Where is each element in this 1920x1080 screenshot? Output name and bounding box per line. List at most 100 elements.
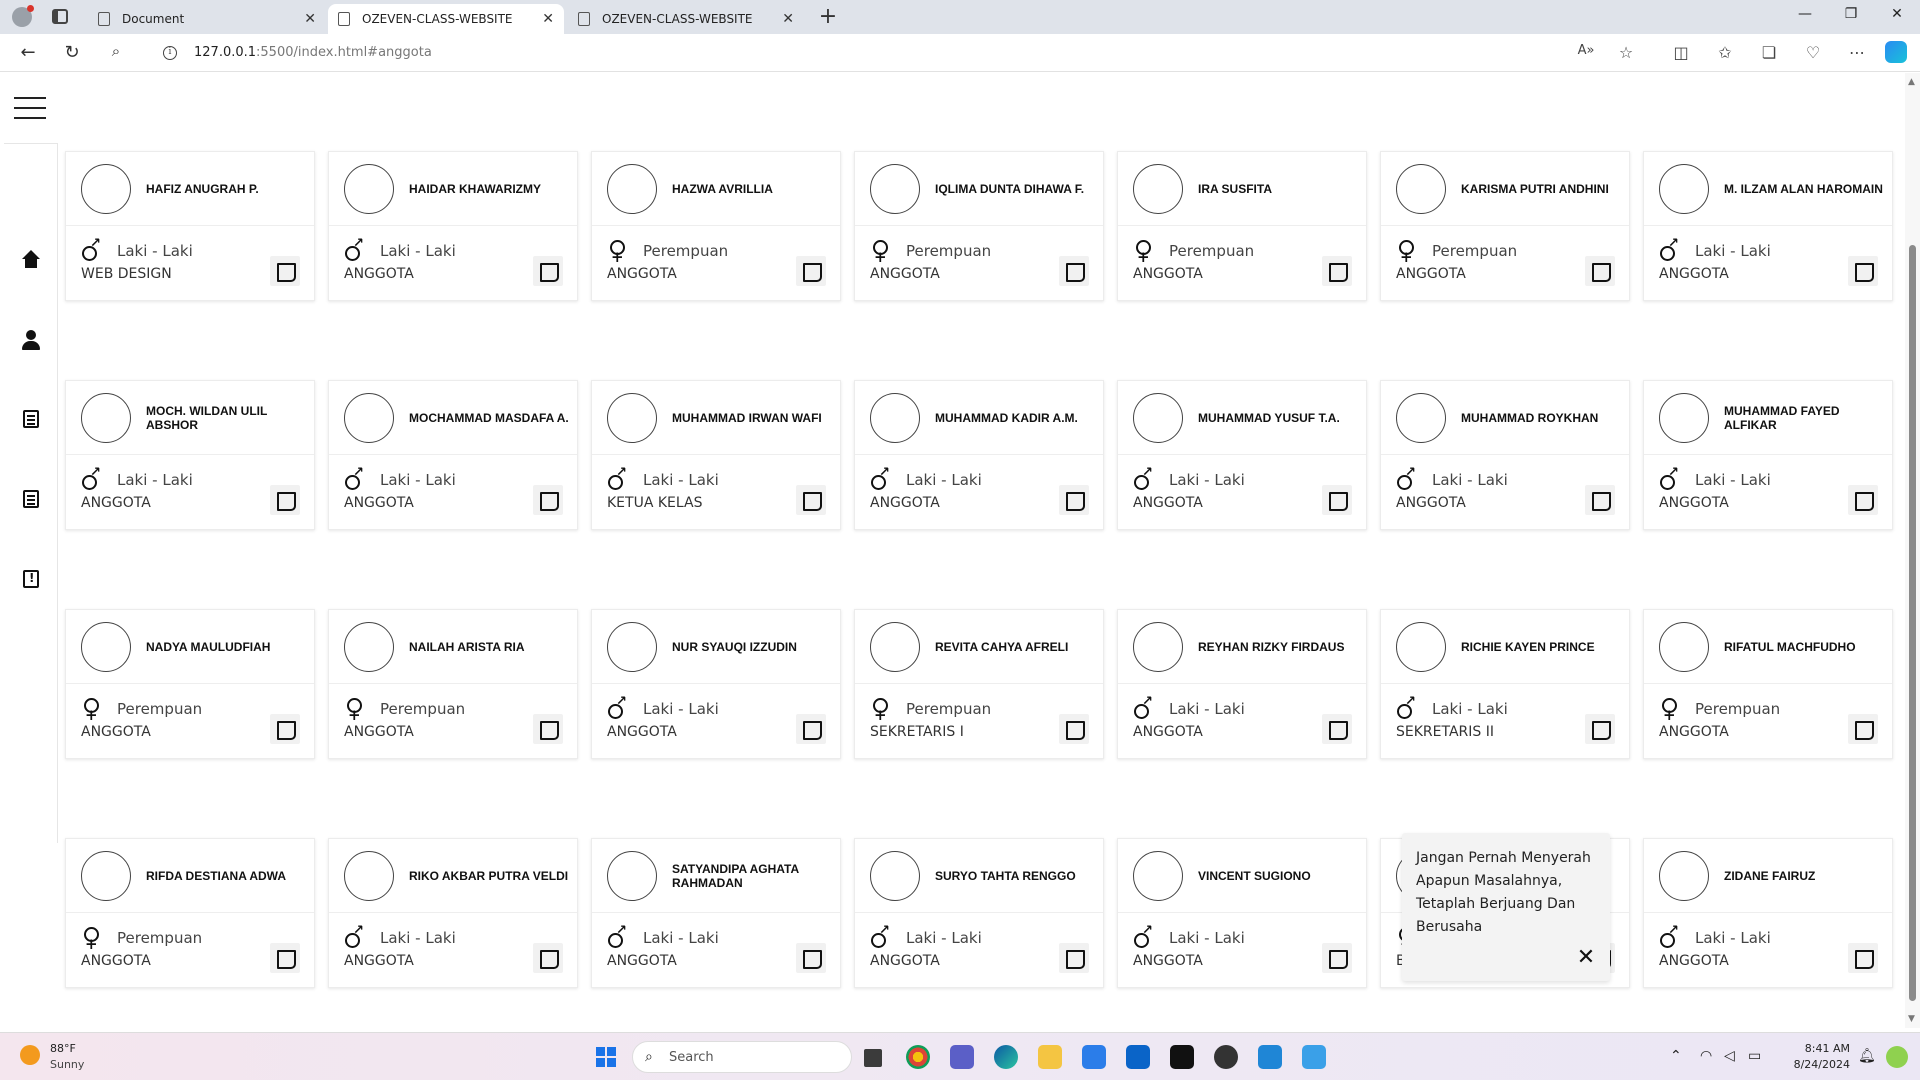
taskbar-search[interactable]: ⌕ Search bbox=[632, 1041, 852, 1073]
member-card: REVITA CAHYA AFRELI Perempuan SEKRETARIS I bbox=[854, 609, 1104, 759]
quote-note-icon[interactable] bbox=[1848, 714, 1878, 744]
document-icon[interactable] bbox=[23, 490, 39, 508]
tab-ozeven-active[interactable]: OZEVEN-CLASS-WEBSITE ✕ bbox=[328, 4, 564, 34]
quote-note-icon[interactable] bbox=[533, 485, 563, 515]
clock[interactable]: 8:41 AM 8/24/2024 bbox=[1770, 1041, 1850, 1073]
browser-essentials-icon[interactable]: ♡ bbox=[1802, 43, 1824, 62]
male-icon bbox=[1133, 923, 1153, 949]
quote-note-icon[interactable] bbox=[1059, 943, 1089, 973]
collections-icon[interactable]: ❏ bbox=[1758, 43, 1780, 62]
scroll-up-icon[interactable]: ▲ bbox=[1908, 77, 1915, 87]
quote-note-icon[interactable] bbox=[1322, 256, 1352, 286]
quote-note-icon[interactable] bbox=[1585, 714, 1615, 744]
quote-note-icon[interactable] bbox=[796, 256, 826, 286]
quote-note-icon[interactable] bbox=[1322, 485, 1352, 515]
quote-note-icon[interactable] bbox=[270, 714, 300, 744]
start-icon[interactable] bbox=[596, 1047, 616, 1067]
quote-note-icon[interactable] bbox=[796, 943, 826, 973]
mail-icon[interactable] bbox=[1126, 1045, 1150, 1069]
quote-note-icon[interactable] bbox=[1059, 714, 1089, 744]
member-card: MUHAMMAD KADIR A.M. Laki - Laki ANGGOTA bbox=[854, 380, 1104, 530]
card-header: RIKO AKBAR PUTRA VELDI bbox=[329, 839, 577, 913]
site-info-icon[interactable]: i bbox=[163, 46, 177, 60]
wifi-icon[interactable]: ◠ bbox=[1700, 1048, 1712, 1064]
quote-note-icon[interactable] bbox=[270, 485, 300, 515]
split-screen-icon[interactable]: ◫ bbox=[1670, 43, 1692, 62]
favorite-star-icon[interactable]: ☆ bbox=[1615, 43, 1637, 62]
user-icon[interactable] bbox=[20, 330, 42, 352]
workspaces-icon[interactable] bbox=[52, 9, 68, 24]
member-gender: Laki - Laki bbox=[117, 471, 193, 489]
member-name: MUHAMMAD FAYED ALFIKAR bbox=[1724, 404, 1840, 432]
teams-icon[interactable] bbox=[950, 1045, 974, 1069]
document-icon[interactable] bbox=[23, 410, 39, 428]
tab-ozeven[interactable]: OZEVEN-CLASS-WEBSITE ✕ bbox=[568, 4, 804, 34]
battery-icon[interactable]: ▭ bbox=[1748, 1048, 1761, 1064]
member-gender: Laki - Laki bbox=[1169, 471, 1245, 489]
notion-icon[interactable] bbox=[1170, 1045, 1194, 1069]
home-icon[interactable] bbox=[20, 250, 42, 272]
copilot-tray-icon[interactable] bbox=[1886, 1046, 1908, 1068]
restore-icon[interactable]: ❐ bbox=[1828, 6, 1874, 22]
quote-note-icon[interactable] bbox=[796, 714, 826, 744]
task-view-icon[interactable] bbox=[864, 1049, 882, 1067]
member-name: NADYA MAULUDFIAH bbox=[146, 640, 271, 654]
scrollbar-thumb[interactable] bbox=[1909, 245, 1916, 1001]
favorites-icon[interactable]: ✩ bbox=[1714, 43, 1736, 62]
new-tab-button[interactable]: + bbox=[816, 4, 840, 29]
close-window-icon[interactable]: ✕ bbox=[1874, 6, 1920, 22]
weather-sun-icon[interactable] bbox=[20, 1045, 40, 1065]
quote-note-icon[interactable] bbox=[1059, 256, 1089, 286]
hamburger-menu-icon[interactable] bbox=[14, 97, 46, 119]
search-icon[interactable]: ⌕ bbox=[104, 42, 128, 60]
scroll-down-icon[interactable]: ▼ bbox=[1908, 1014, 1915, 1024]
refresh-icon[interactable]: ↻ bbox=[60, 42, 84, 63]
close-tab-icon[interactable]: ✕ bbox=[304, 11, 316, 27]
close-tab-icon[interactable]: ✕ bbox=[542, 11, 554, 27]
profile-avatar-icon[interactable] bbox=[12, 5, 34, 27]
quote-note-icon[interactable] bbox=[533, 256, 563, 286]
store-icon[interactable] bbox=[1082, 1045, 1106, 1069]
member-name: SURYO TAHTA RENGGO bbox=[935, 869, 1076, 883]
back-icon[interactable]: ← bbox=[16, 42, 40, 63]
url-field[interactable]: i 127.0.0.1:5500/index.html#anggota bbox=[146, 39, 1636, 67]
quote-note-icon[interactable] bbox=[1585, 256, 1615, 286]
edge-icon[interactable] bbox=[994, 1045, 1018, 1069]
quote-note-icon[interactable] bbox=[1848, 256, 1878, 286]
page-scrollbar[interactable]: ▲ ▼ bbox=[1905, 73, 1920, 1028]
quote-note-icon[interactable] bbox=[1322, 714, 1352, 744]
member-card: NUR SYAUQI IZZUDIN Laki - Laki ANGGOTA bbox=[591, 609, 841, 759]
copilot-icon[interactable] bbox=[1885, 41, 1907, 63]
minimize-icon[interactable]: — bbox=[1782, 6, 1828, 22]
volume-icon[interactable]: ◁ bbox=[1724, 1048, 1735, 1064]
quote-note-icon[interactable] bbox=[1322, 943, 1352, 973]
member-role: ANGGOTA bbox=[344, 495, 414, 511]
chevron-up-icon[interactable]: ⌃ bbox=[1670, 1048, 1682, 1064]
close-icon[interactable]: ✕ bbox=[1574, 945, 1598, 970]
more-menu-icon[interactable]: ⋯ bbox=[1846, 43, 1868, 62]
report-icon[interactable] bbox=[23, 570, 39, 588]
quote-note-icon[interactable] bbox=[1059, 485, 1089, 515]
media-player-icon[interactable] bbox=[1214, 1045, 1238, 1069]
notification-bell-icon[interactable]: 🔔︎ bbox=[1858, 1048, 1876, 1064]
quote-note-icon[interactable] bbox=[1848, 943, 1878, 973]
member-role: SEKRETARIS II bbox=[1396, 724, 1494, 740]
chrome-icon[interactable] bbox=[906, 1045, 930, 1069]
quote-note-icon[interactable] bbox=[270, 256, 300, 286]
male-icon bbox=[344, 923, 364, 949]
tab-document[interactable]: Document ✕ bbox=[88, 4, 326, 34]
quote-note-icon[interactable] bbox=[533, 714, 563, 744]
member-name: M. ILZAM ALAN HAROMAIN bbox=[1724, 182, 1883, 196]
quote-note-icon[interactable] bbox=[270, 943, 300, 973]
close-tab-icon[interactable]: ✕ bbox=[782, 11, 794, 27]
quote-note-icon[interactable] bbox=[533, 943, 563, 973]
vscode-icon[interactable] bbox=[1258, 1045, 1282, 1069]
quote-note-icon[interactable] bbox=[1848, 485, 1878, 515]
file-explorer-icon[interactable] bbox=[1038, 1045, 1062, 1069]
quote-note-icon[interactable] bbox=[1585, 485, 1615, 515]
app-icon[interactable] bbox=[1302, 1045, 1326, 1069]
quote-note-icon[interactable] bbox=[796, 485, 826, 515]
member-role: ANGGOTA bbox=[870, 495, 940, 511]
card-header: M. ILZAM ALAN HAROMAIN bbox=[1644, 152, 1892, 226]
read-aloud-icon[interactable]: A» bbox=[1575, 43, 1597, 58]
